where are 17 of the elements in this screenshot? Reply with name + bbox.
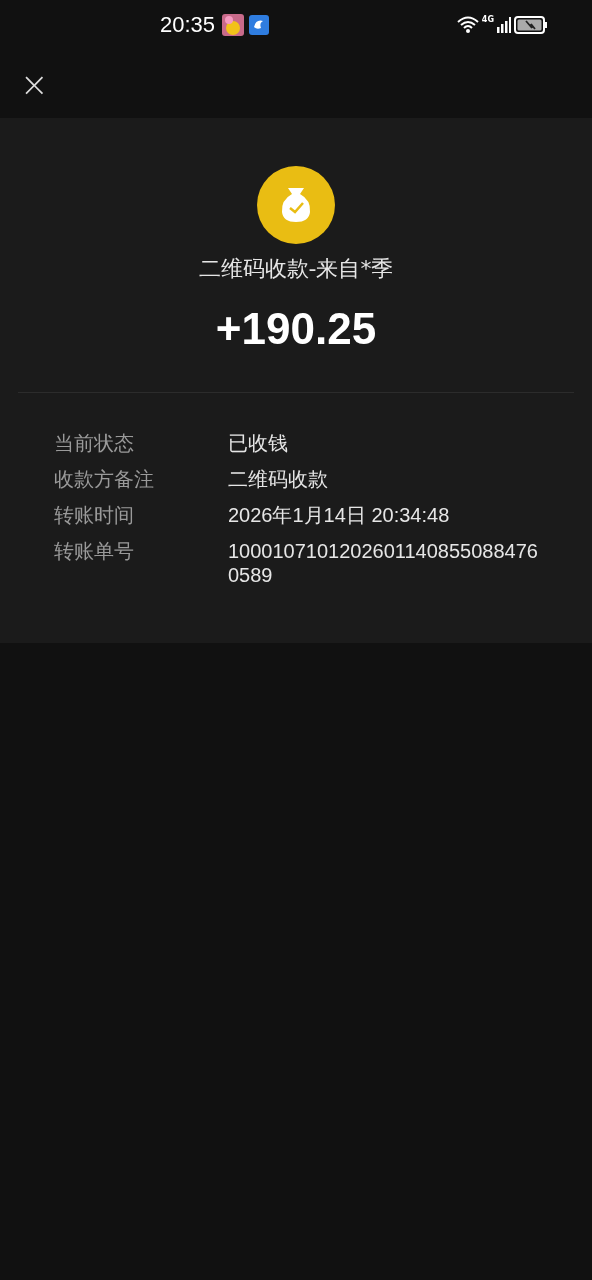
detail-value: 二维码收款	[228, 467, 329, 491]
money-bag-icon	[257, 166, 335, 244]
detail-label: 收款方备注	[54, 467, 155, 491]
signal-icon	[497, 17, 511, 33]
wifi-icon	[456, 16, 479, 34]
amount: +190.25	[215, 304, 377, 354]
transaction-title: 二维码收款-来自*季	[198, 255, 394, 283]
detail-value: 已收钱	[228, 431, 289, 455]
status-time: 20:35	[160, 12, 216, 38]
detail-value: 10001071012026011408550884760589	[228, 539, 538, 587]
close-button[interactable]: ×	[14, 67, 55, 101]
detail-value: 2026年1月14日 20:34:48	[228, 503, 451, 527]
detail-label: 当前状态	[54, 431, 135, 455]
detail-label: 转账单号	[54, 539, 135, 563]
battery-icon	[514, 16, 548, 34]
network-label: 4G	[481, 15, 494, 24]
detail-label: 转账时间	[54, 503, 135, 527]
